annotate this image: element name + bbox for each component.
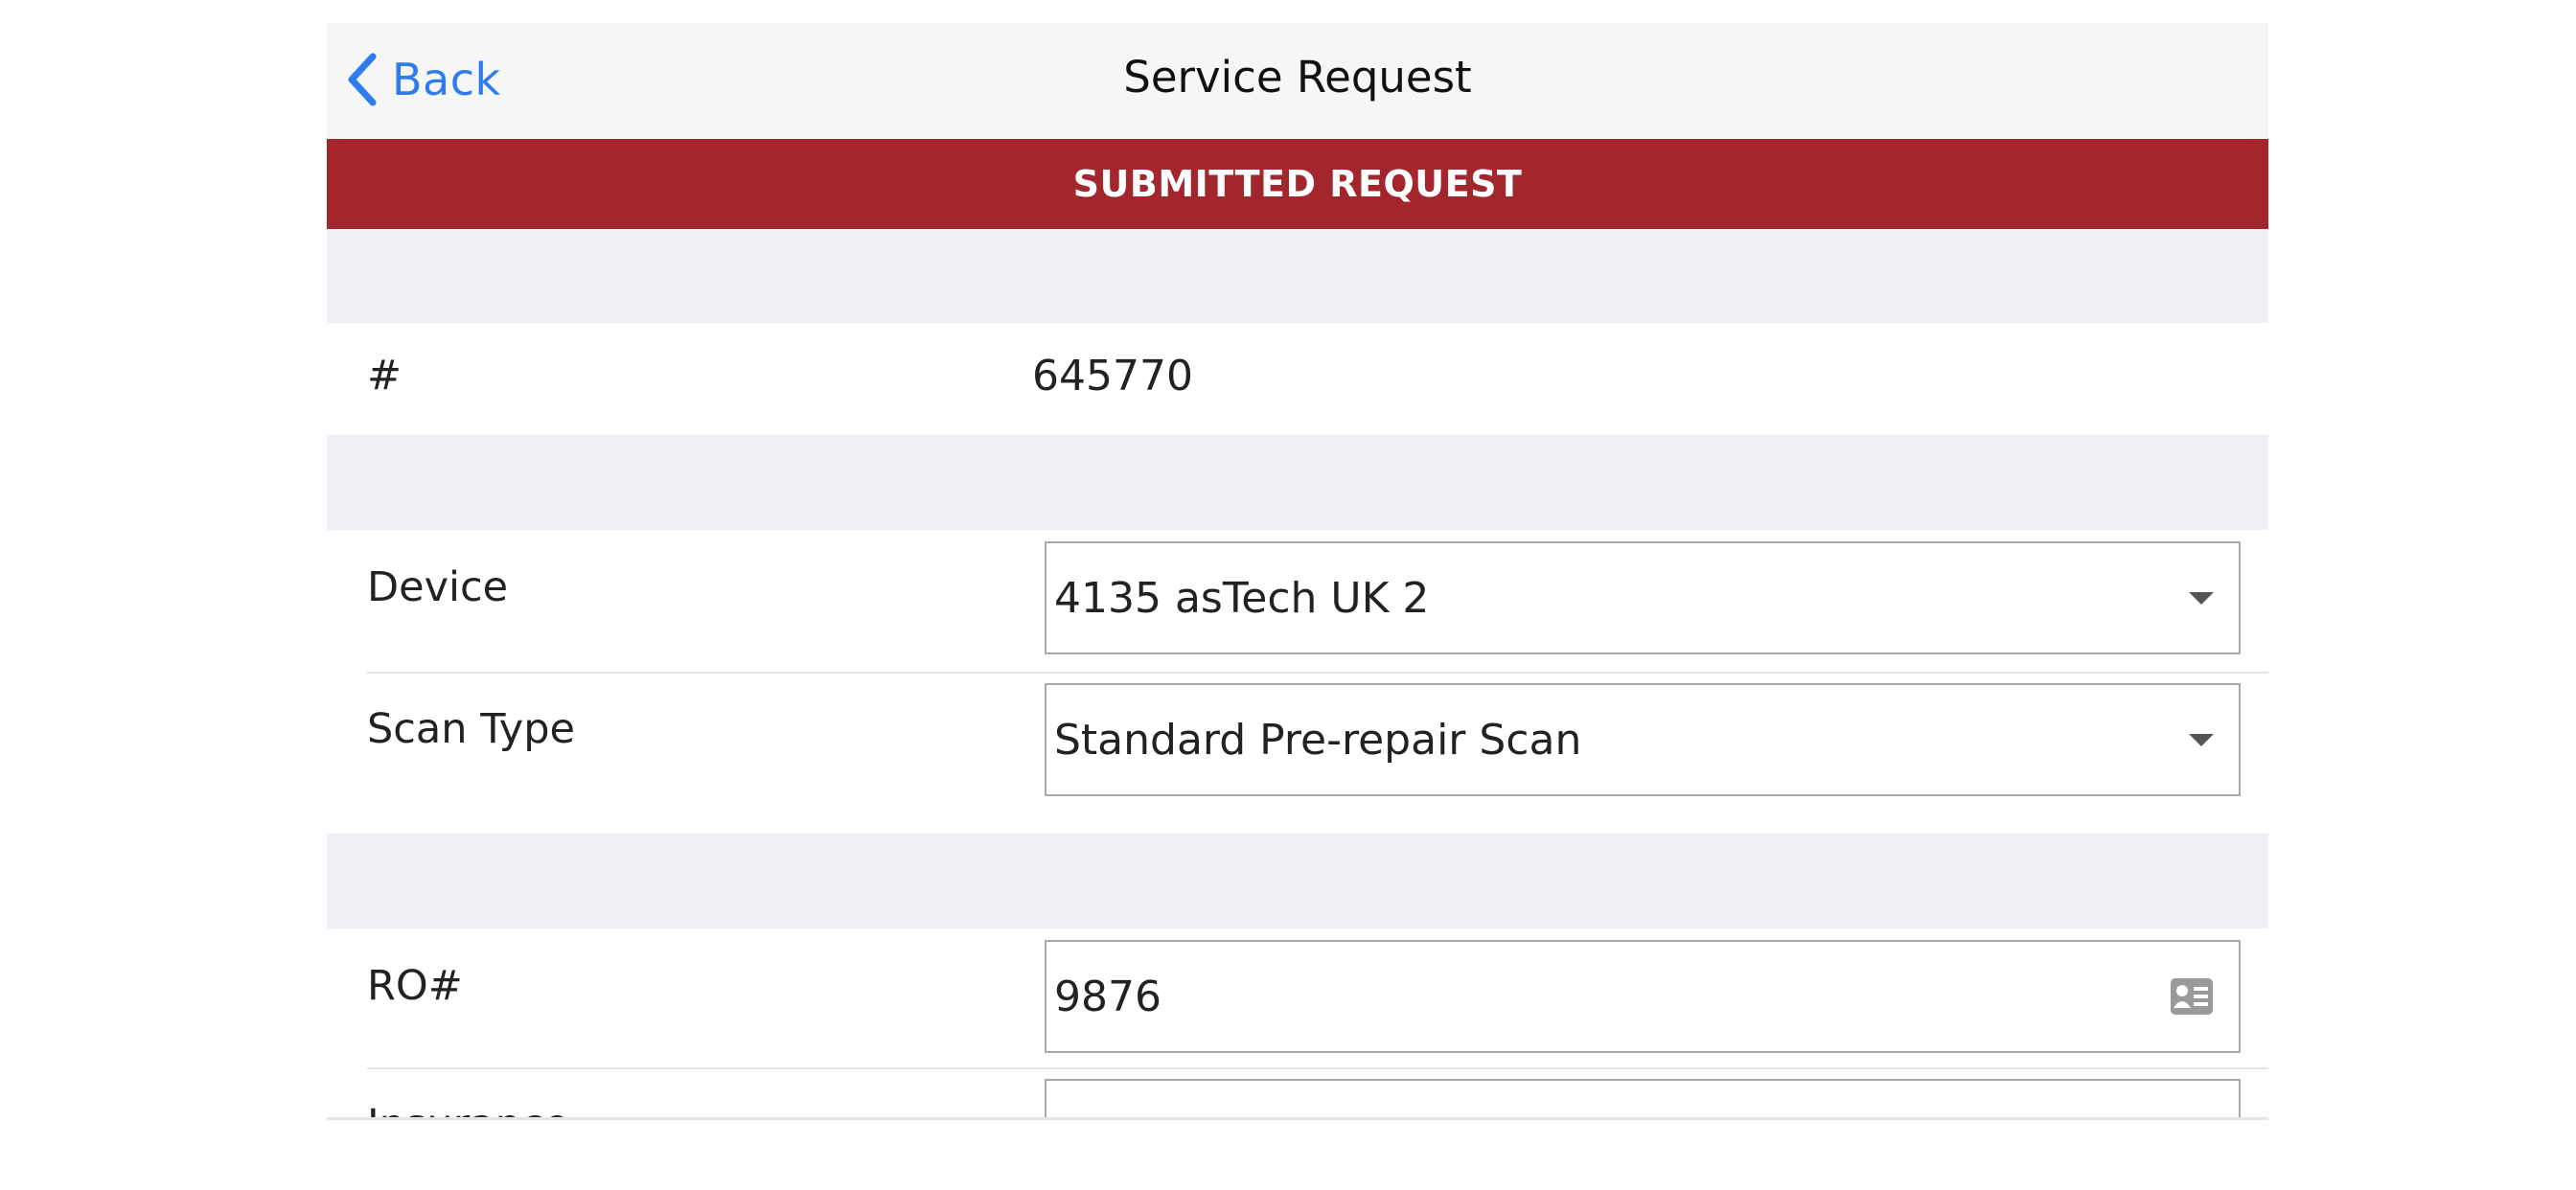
caret-down-icon — [2189, 734, 2214, 746]
status-banner: SUBMITTED REQUEST — [327, 139, 2268, 229]
request-number-value: 645770 — [1032, 352, 1193, 400]
ro-input[interactable]: 9876 — [1045, 940, 2241, 1053]
request-number-section: # 645770 — [327, 323, 2268, 435]
scan-type-row: Scan Type Standard Pre-repair Scan — [327, 674, 2268, 834]
service-request-screen: Back Service Request SUBMITTED REQUEST #… — [327, 23, 2268, 1120]
scan-type-select[interactable]: Standard Pre-repair Scan — [1045, 683, 2241, 796]
device-select[interactable]: 4135 asTech UK 2 — [1045, 541, 2241, 654]
scan-type-label: Scan Type — [367, 705, 575, 753]
details-section: RO# 9876 Insurance Allstate — [327, 928, 2268, 1118]
scan-type-select-value: Standard Pre-repair Scan — [1054, 715, 1582, 765]
ro-input-value: 9876 — [1054, 972, 1162, 1021]
device-select-value: 4135 asTech UK 2 — [1054, 573, 1430, 623]
caret-down-icon — [2189, 592, 2214, 605]
contact-card-icon[interactable] — [2170, 977, 2214, 1016]
insurance-input[interactable]: Allstate — [1045, 1079, 2241, 1118]
device-label: Device — [367, 563, 509, 611]
page-title: Service Request — [1123, 52, 1472, 103]
ro-label: RO# — [367, 962, 463, 1010]
insurance-label: Insurance — [367, 1101, 569, 1117]
request-number-label: # — [367, 352, 402, 400]
insurance-input-value: Allstate — [1054, 1111, 1213, 1118]
insurance-row: Insurance Allstate — [327, 1069, 2268, 1118]
ro-row: RO# 9876 — [327, 928, 2268, 1067]
device-row: Device 4135 asTech UK 2 — [327, 530, 2268, 672]
device-section: Device 4135 asTech UK 2 Scan Type Standa… — [327, 530, 2268, 834]
navigation-bar: Back Service Request — [327, 23, 2268, 139]
